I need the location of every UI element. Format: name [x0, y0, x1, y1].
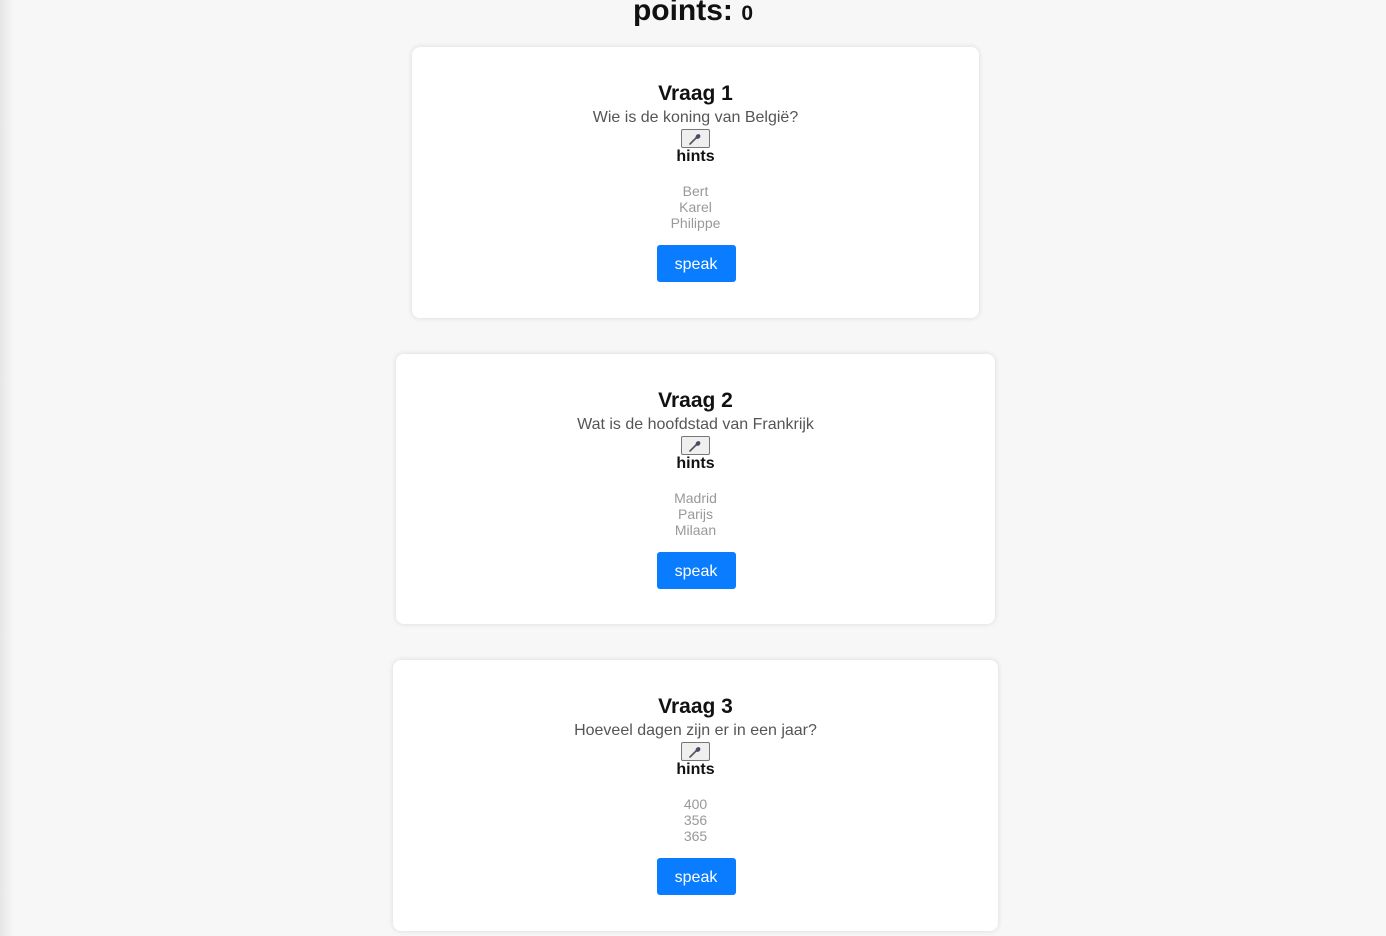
question-card-1: Vraag 1 Wie is de koning van België? hin…	[412, 47, 979, 318]
question-title: Vraag 2	[658, 389, 733, 412]
microphone-button[interactable]	[680, 129, 710, 148]
microphone-icon	[689, 133, 701, 145]
hint-item: Philippe	[670, 215, 721, 231]
hints-title: hints	[676, 455, 715, 472]
hint-item: 365	[683, 828, 708, 844]
speak-button[interactable]: speak	[656, 858, 736, 895]
hint-item: 400	[683, 796, 708, 812]
points-header: points: 0	[0, 0, 1386, 28]
hint-item: Bert	[682, 183, 709, 199]
question-text: Wie is de koning van België?	[592, 109, 799, 126]
microphone-button[interactable]	[680, 436, 710, 455]
hints-list: 400 356 365	[393, 796, 998, 844]
hint-item: Madrid	[674, 490, 717, 506]
question-card-3: Vraag 3 Hoeveel dagen zijn er in een jaa…	[393, 660, 998, 931]
question-text: Hoeveel dagen zijn er in een jaar?	[574, 722, 817, 739]
microphone-button[interactable]	[680, 742, 710, 761]
hint-item: Karel	[679, 199, 712, 215]
microphone-icon	[689, 746, 701, 758]
question-card-2: Vraag 2 Wat is de hoofdstad van Frankrij…	[396, 354, 995, 624]
microphone-icon	[689, 440, 701, 452]
points-value: 0	[741, 2, 754, 25]
question-title: Vraag 1	[658, 82, 733, 105]
points-label: points:	[632, 0, 733, 27]
question-title: Vraag 3	[658, 695, 733, 718]
hints-title: hints	[676, 148, 715, 165]
hint-item: Milaan	[674, 522, 717, 538]
scroll-edge-shadow	[0, 0, 14, 936]
quiz-page: points: 0 Vraag 1 Wie is de koning van B…	[0, 0, 1386, 936]
question-text: Wat is de hoofdstad van Frankrijk	[577, 416, 814, 433]
hint-item: 356	[683, 812, 708, 828]
hints-list: Madrid Parijs Milaan	[396, 490, 995, 538]
speak-button[interactable]: speak	[656, 552, 736, 589]
hints-title: hints	[676, 761, 715, 778]
hint-item: Parijs	[677, 506, 713, 522]
hints-list: Bert Karel Philippe	[412, 183, 979, 231]
speak-button[interactable]: speak	[656, 245, 736, 282]
